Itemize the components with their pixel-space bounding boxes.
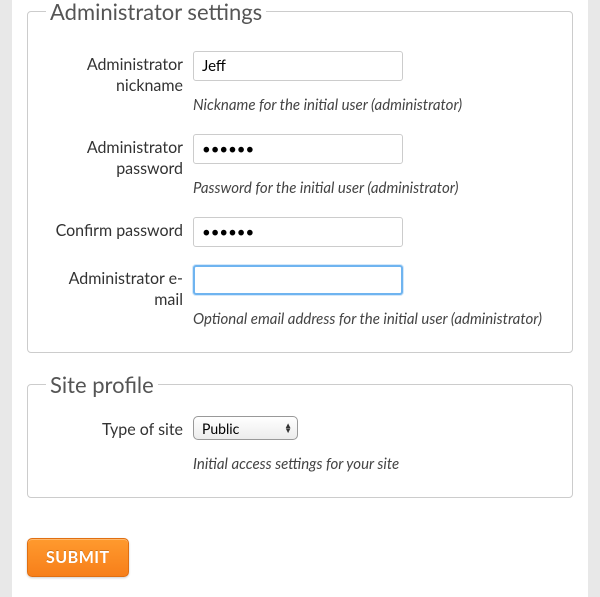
admin-password-help: Password for the initial user (administr…: [193, 178, 554, 199]
site-type-label: Type of site: [46, 416, 193, 441]
admin-email-label: Administrator e-mail: [46, 265, 193, 311]
admin-password-input[interactable]: [193, 134, 403, 164]
admin-nickname-help: Nickname for the initial user (administr…: [193, 95, 554, 116]
admin-email-input[interactable]: [193, 265, 403, 295]
site-profile-legend: Site profile: [46, 371, 158, 398]
submit-button[interactable]: SUBMIT: [27, 538, 129, 577]
site-type-help: Initial access settings for your site: [193, 454, 554, 475]
administrator-settings-fieldset: Administrator settings Administrator nic…: [27, 0, 573, 353]
admin-nickname-label: Administrator nickname: [46, 51, 193, 97]
site-type-row: Type of site Public ▲▼ Initial access se…: [46, 416, 554, 475]
admin-password-row: Administrator password Password for the …: [46, 134, 554, 199]
admin-nickname-input[interactable]: [193, 51, 403, 81]
admin-email-help: Optional email address for the initial u…: [193, 309, 554, 330]
confirm-password-input[interactable]: [193, 217, 403, 247]
confirm-password-row: Confirm password: [46, 217, 554, 247]
administrator-settings-legend: Administrator settings: [46, 0, 266, 25]
site-profile-fieldset: Site profile Type of site Public ▲▼ Init…: [27, 371, 573, 498]
admin-password-label: Administrator password: [46, 134, 193, 180]
admin-nickname-row: Administrator nickname Nickname for the …: [46, 51, 554, 116]
confirm-password-label: Confirm password: [46, 217, 193, 242]
admin-email-row: Administrator e-mail Optional email addr…: [46, 265, 554, 330]
site-type-select[interactable]: Public: [193, 416, 298, 440]
